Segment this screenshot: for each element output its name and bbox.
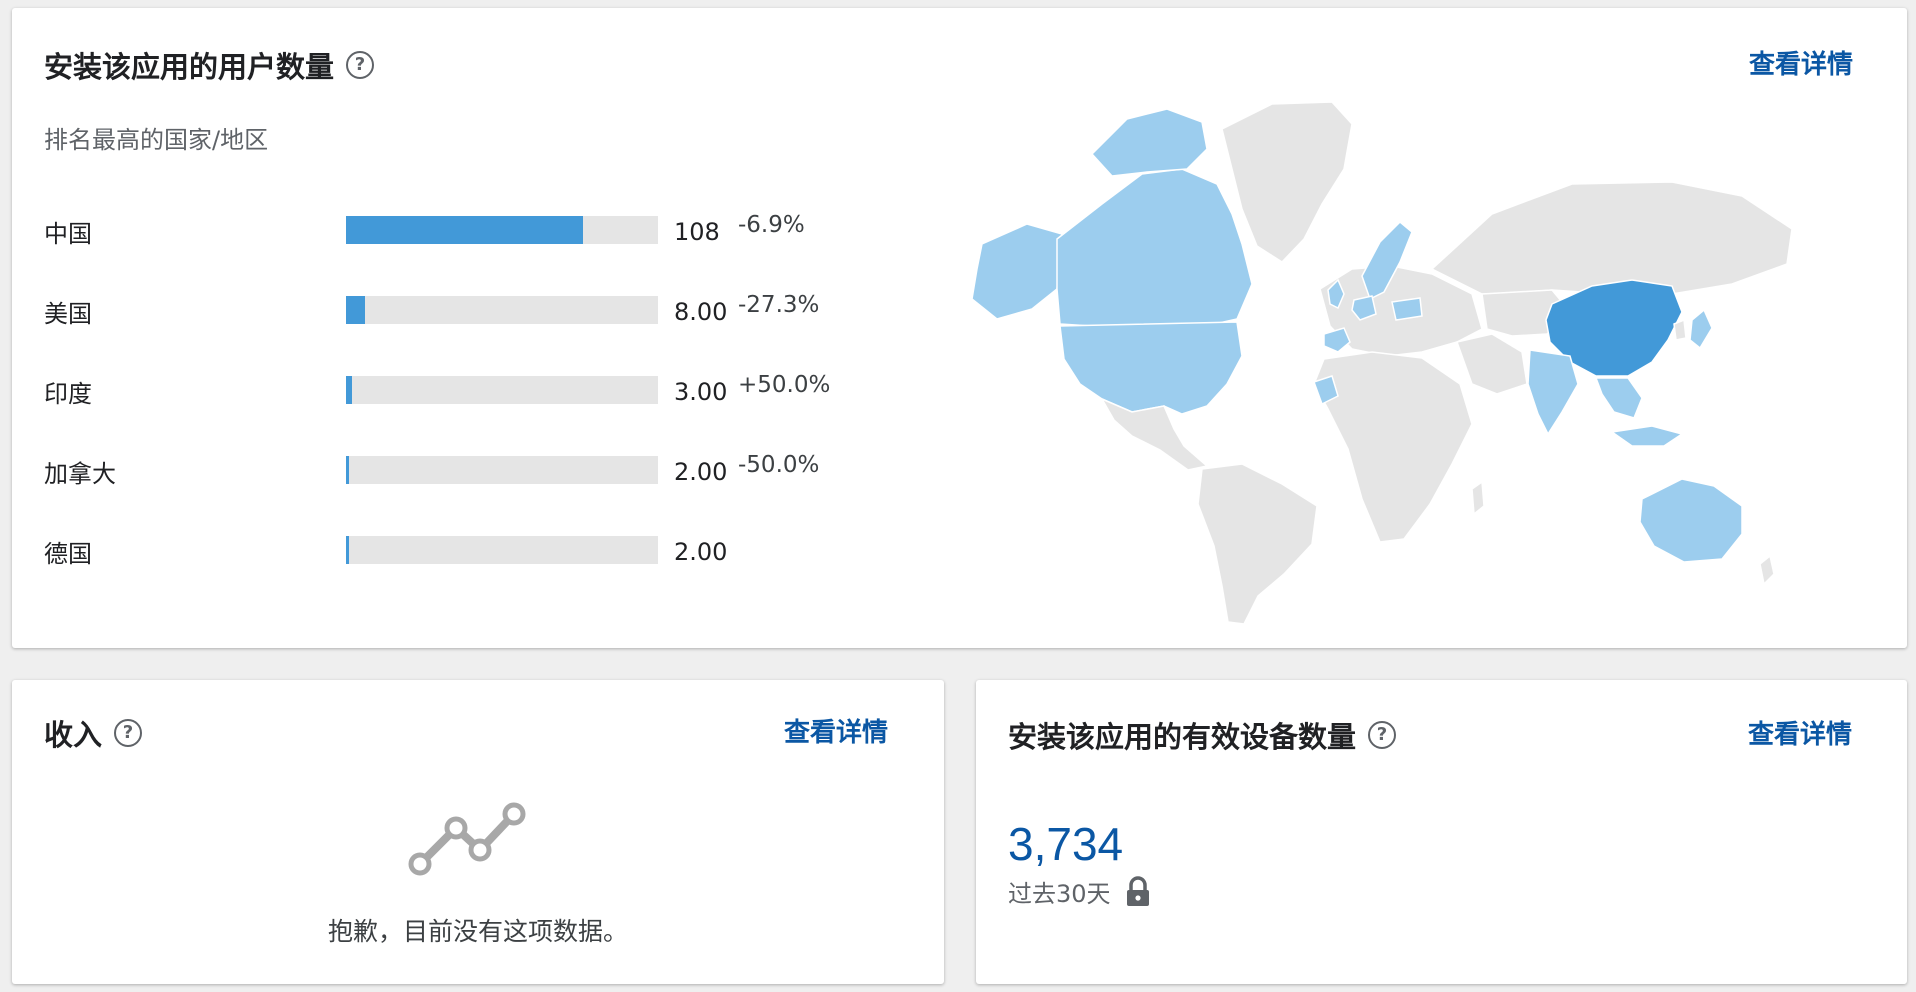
map-region-middle-east[interactable]	[1456, 333, 1528, 395]
country-row: 中国 108 -6.9%	[44, 208, 884, 248]
map-region-southeast-asia[interactable]	[1594, 377, 1643, 419]
country-name: 德国	[44, 540, 92, 568]
country-row: 德国 2.00	[44, 528, 884, 568]
lock-icon	[1126, 875, 1149, 906]
country-bar-track	[346, 216, 658, 244]
country-name: 加拿大	[44, 460, 116, 488]
devices-details-link[interactable]: 查看详情	[1748, 714, 1852, 751]
map-region-india[interactable]	[1527, 349, 1579, 436]
country-change: -50.0%	[738, 452, 820, 478]
help-icon[interactable]: ?	[346, 51, 375, 79]
country-bar-fill	[346, 296, 366, 324]
country-bar-track	[346, 376, 658, 404]
country-name: 中国	[44, 220, 92, 248]
map-region-canada[interactable]	[1056, 168, 1253, 330]
installs-card: 安装该应用的用户数量 ? 查看详情 排名最高的国家/地区 中国 108 -6.9…	[12, 8, 1907, 648]
map-region-new-zealand[interactable]	[1759, 554, 1775, 586]
country-change: -27.3%	[738, 292, 820, 318]
installs-details-link[interactable]: 查看详情	[1749, 44, 1853, 81]
devices-title: 安装该应用的有效设备数量	[1008, 720, 1357, 754]
country-change: -6.9%	[738, 212, 805, 238]
top-countries-subtitle: 排名最高的国家/地区	[44, 126, 269, 154]
country-value: 2.00	[674, 538, 728, 566]
country-bar-fill	[346, 456, 350, 484]
country-bar-fill	[346, 536, 350, 564]
revenue-card-header: 收入 ?	[44, 712, 143, 754]
country-name: 美国	[44, 300, 92, 328]
country-value: 3.00	[674, 378, 728, 406]
map-region-eastern-europe[interactable]	[1391, 297, 1423, 321]
country-bar-track	[346, 456, 658, 484]
chart-line-icon	[408, 802, 526, 876]
map-region-canada-arctic[interactable]	[1090, 108, 1208, 177]
world-map[interactable]	[952, 94, 1797, 634]
map-region-greenland[interactable]	[1221, 101, 1353, 263]
revenue-details-link[interactable]: 查看详情	[784, 712, 888, 749]
country-bar-track	[346, 536, 658, 564]
map-region-korea[interactable]	[1673, 318, 1687, 341]
map-region-russia-asia[interactable]	[1430, 181, 1793, 295]
country-name: 印度	[44, 380, 92, 408]
country-bar-fill	[346, 376, 353, 404]
country-change: +50.0%	[738, 372, 831, 398]
country-row: 美国 8.00 -27.3%	[44, 288, 884, 328]
map-region-alaska[interactable]	[971, 223, 1063, 320]
map-region-japan[interactable]	[1689, 308, 1713, 350]
country-row: 加拿大 2.00 -50.0%	[44, 448, 884, 488]
country-row: 印度 3.00 +50.0%	[44, 368, 884, 408]
help-icon[interactable]: ?	[1368, 721, 1397, 749]
help-icon[interactable]: ?	[114, 719, 143, 747]
country-value: 108	[674, 218, 720, 246]
map-region-madagascar[interactable]	[1471, 480, 1485, 516]
country-bar-track	[346, 296, 658, 324]
metric-period: 过去30天	[1008, 874, 1151, 909]
map-region-south-america[interactable]	[1197, 463, 1318, 625]
metric-period-label: 过去30天	[1008, 880, 1111, 908]
country-value: 8.00	[674, 298, 728, 326]
map-region-africa[interactable]	[1313, 351, 1473, 543]
active-devices-card: 安装该应用的有效设备数量 ? 查看详情 3,734 过去30天	[976, 680, 1907, 984]
country-value: 2.00	[674, 458, 728, 486]
map-region-usa[interactable]	[1059, 321, 1243, 415]
map-region-indonesia[interactable]	[1610, 425, 1684, 447]
installs-title: 安装该应用的用户数量	[44, 50, 335, 84]
revenue-card: 收入 ? 查看详情 抱歉，目前没有这项数据。	[12, 680, 944, 984]
revenue-title: 收入	[44, 718, 103, 752]
active-devices-value: 3,734	[1008, 818, 1124, 870]
map-region-spain[interactable]	[1323, 327, 1351, 353]
map-region-australia[interactable]	[1639, 478, 1743, 563]
devices-card-header: 安装该应用的有效设备数量 ?	[1008, 714, 1397, 756]
installs-card-header: 安装该应用的用户数量 ?	[44, 44, 375, 86]
country-bar-fill	[346, 216, 584, 244]
empty-state-message: 抱歉，目前没有这项数据。	[327, 917, 628, 946]
